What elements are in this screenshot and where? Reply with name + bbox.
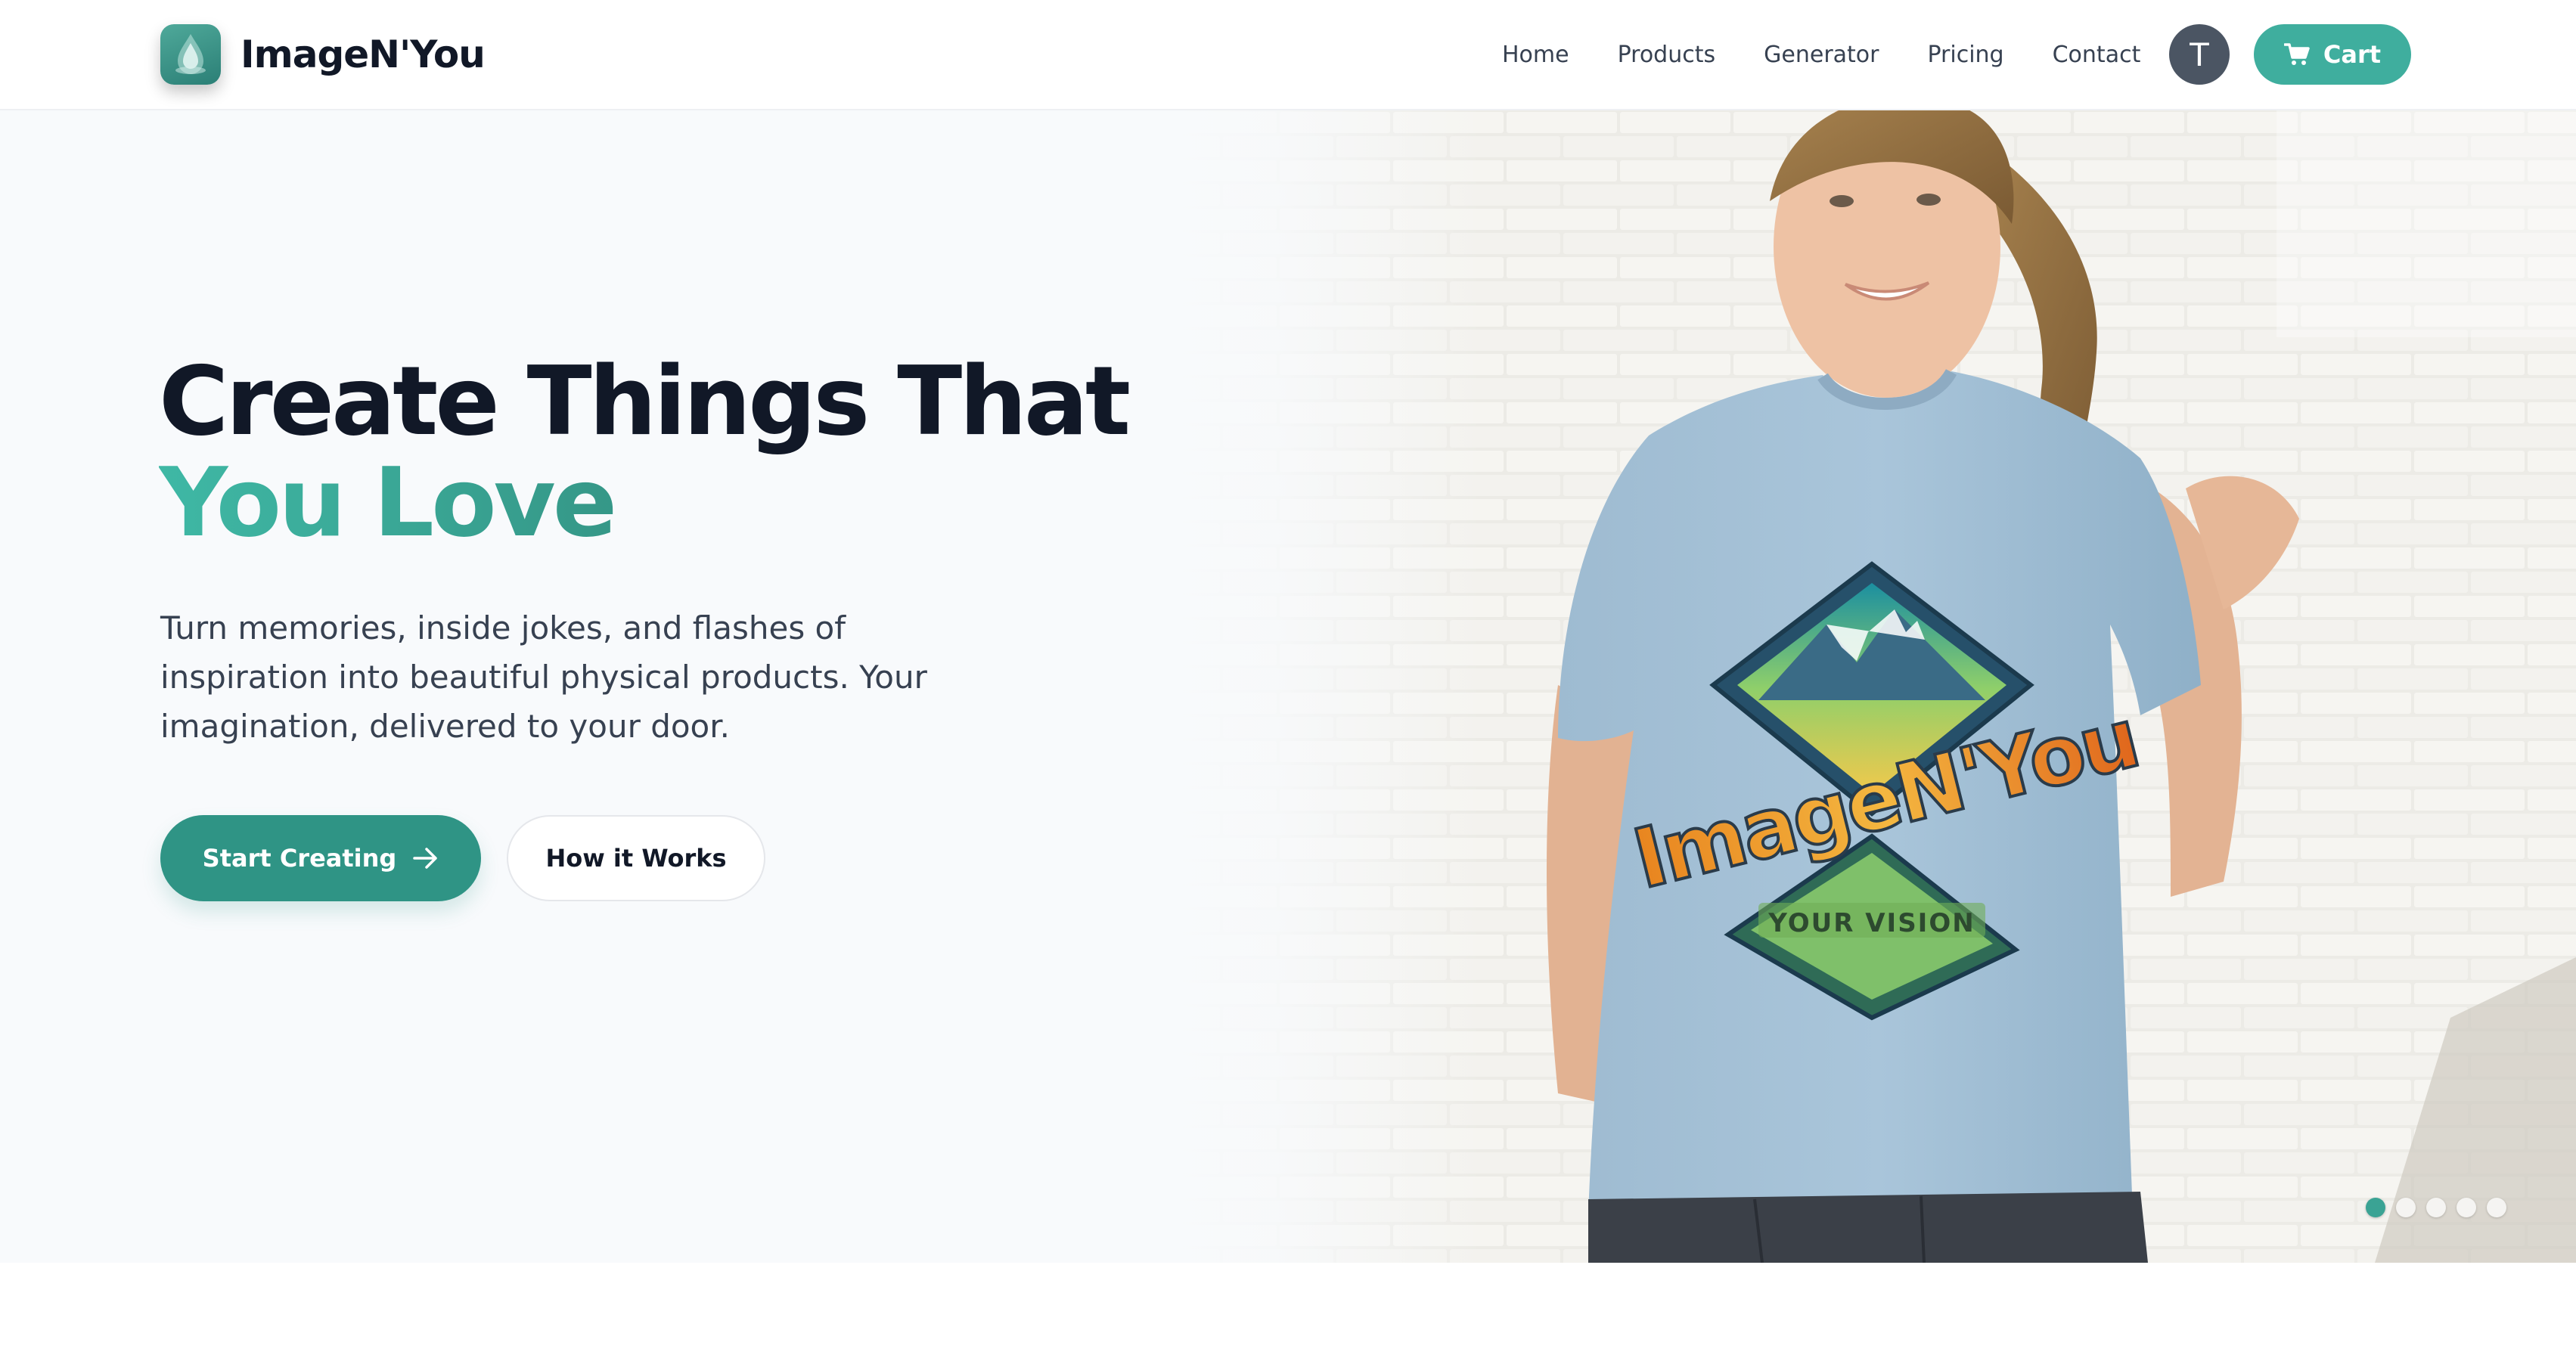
carousel-indicators [2366, 1198, 2517, 1217]
nav-products[interactable]: Products [1618, 42, 1716, 68]
site-header: ImageN'You Home Products Generator Prici… [0, 0, 2576, 110]
nav-generator[interactable]: Generator [1764, 42, 1879, 68]
carousel-dot[interactable] [2366, 1198, 2385, 1217]
carousel-dot[interactable] [2396, 1198, 2416, 1217]
cart-button[interactable]: Cart [2254, 24, 2411, 85]
subtitle-line: inspiration into beautiful physical prod… [160, 659, 927, 696]
nav-contact[interactable]: Contact [2053, 42, 2141, 68]
hero-photo: YOUR VISION ImageN'You [1165, 110, 2576, 1263]
how-it-works-button[interactable]: How it Works [507, 815, 765, 901]
main-nav: Home Products Generator Pricing Contact [1502, 0, 2140, 109]
start-creating-button[interactable]: Start Creating [160, 815, 481, 901]
carousel-dot[interactable] [2426, 1198, 2446, 1217]
subtitle-line: Turn memories, inside jokes, and flashes… [160, 609, 846, 646]
start-creating-label: Start Creating [202, 844, 397, 873]
photo-fade-overlay [1165, 110, 1482, 1263]
hero-section: YOUR VISION ImageN'You Create Things Tha… [0, 110, 2576, 1263]
shopping-cart-icon [2283, 43, 2310, 65]
cart-label: Cart [2323, 40, 2382, 69]
water-drop-icon [160, 24, 221, 85]
hero-subtitle: Turn memories, inside jokes, and flashes… [160, 603, 962, 751]
headline-line-2: You Love [159, 452, 1128, 553]
arrow-right-icon [413, 848, 438, 869]
carousel-dot[interactable] [2457, 1198, 2476, 1217]
headline-line-1: Create Things That [159, 346, 1131, 457]
shirt-print-tagline: YOUR VISION [1768, 908, 1975, 938]
brand[interactable]: ImageN'You [160, 24, 486, 85]
carousel-dot[interactable] [2487, 1198, 2506, 1217]
subtitle-line: imagination, delivered to your door. [160, 708, 731, 745]
user-avatar[interactable]: T [2169, 24, 2230, 85]
hero-headline: Create Things That You Love [159, 351, 1131, 553]
nav-home[interactable]: Home [1502, 42, 1569, 68]
nav-pricing[interactable]: Pricing [1927, 42, 2003, 68]
brand-name: ImageN'You [241, 33, 486, 76]
